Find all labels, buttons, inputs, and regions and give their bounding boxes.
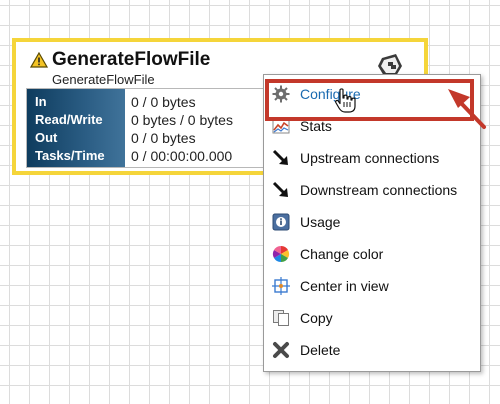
menu-item-upstream-connections[interactable]: Upstream connections [264,142,480,174]
menu-item-label: Usage [300,214,341,230]
center-target-icon [272,277,290,295]
stat-label-read-write: Read/Write [35,112,103,127]
menu-item-usage[interactable]: Usage [264,206,480,238]
processor-name: GenerateFlowFile [52,49,211,70]
delete-x-icon [273,342,289,358]
upstream-arrow-icon [272,149,288,165]
stat-label-tasks-time: Tasks/Time [35,148,105,163]
stat-label-out: Out [35,130,58,145]
menu-item-downstream-connections[interactable]: Downstream connections [264,174,480,206]
menu-item-label: Change color [300,246,384,262]
usage-info-icon [272,213,290,231]
menu-item-label: Upstream connections [300,150,440,166]
copy-icon [273,310,289,326]
menu-item-center-in-view[interactable]: Center in view [264,270,480,302]
menu-item-label: Center in view [300,278,389,294]
stat-label-in: In [35,94,47,109]
menu-item-copy[interactable]: Copy [264,302,480,334]
menu-item-label: Delete [300,342,341,358]
menu-item-label: Downstream connections [300,182,458,198]
downstream-arrow-icon [272,181,288,197]
warning-icon[interactable] [30,52,48,68]
menu-item-delete[interactable]: Delete [264,334,480,366]
configure-highlight-box [265,79,474,121]
menu-item-change-color[interactable]: Change color [264,238,480,270]
menu-item-label: Copy [300,310,333,326]
processor-type: GenerateFlowFile [52,72,155,87]
color-wheel-icon [272,245,290,263]
stats-labels-column: In Read/Write Out Tasks/Time [27,89,125,167]
